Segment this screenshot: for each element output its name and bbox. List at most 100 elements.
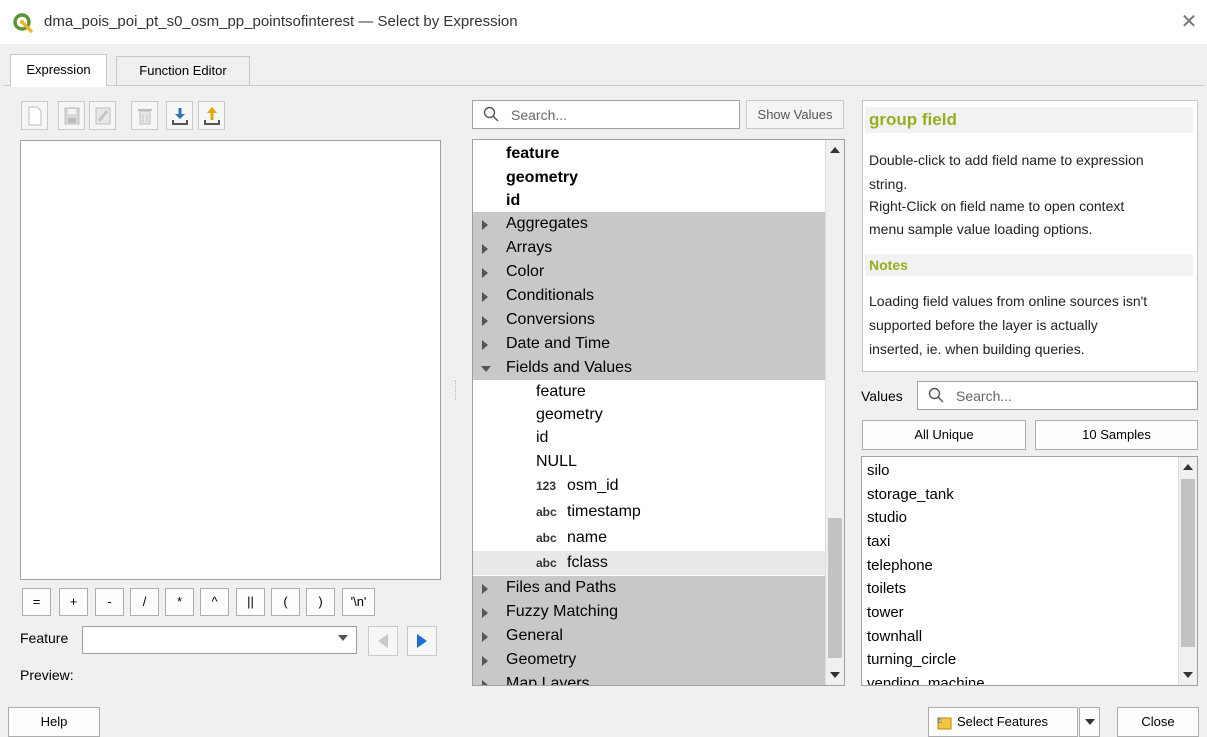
ten-samples-button[interactable]: 10 Samples: [1035, 420, 1198, 450]
tree-group-arrays[interactable]: Arrays: [473, 236, 825, 260]
triangle-left-icon: [378, 634, 388, 648]
values-list[interactable]: silo storage_tank studio taxi telephone …: [861, 456, 1198, 686]
chevron-down-icon: [338, 635, 348, 641]
tree-group-conversions[interactable]: Conversions: [473, 308, 825, 332]
feature-combobox[interactable]: [82, 626, 357, 654]
tab-function-editor[interactable]: Function Editor: [116, 56, 250, 86]
function-tree[interactable]: feature geometry id Aggregates Arrays Co…: [472, 139, 845, 686]
expand-arrow-icon: [482, 316, 488, 326]
tree-item-id[interactable]: id: [473, 189, 825, 213]
list-item[interactable]: storage_tank: [867, 483, 954, 506]
help-line: menu sample value loading options.: [869, 221, 1093, 237]
values-search-placeholder: Search...: [956, 388, 1013, 404]
values-scrollbar-thumb[interactable]: [1181, 479, 1195, 647]
help-line: Double-click to add field name to expres…: [869, 152, 1144, 168]
list-item[interactable]: taxi: [867, 530, 890, 553]
select-expression-icon: ε: [937, 715, 952, 730]
delete-icon: [137, 108, 152, 124]
operator-minus-button[interactable]: -: [95, 588, 124, 616]
function-search-input[interactable]: Search...: [472, 100, 740, 129]
tab-expression[interactable]: Expression: [10, 54, 107, 87]
tree-group-map-layers[interactable]: Map Layers: [473, 672, 825, 685]
tree-item-geometry[interactable]: geometry: [473, 166, 825, 190]
list-item[interactable]: toilets: [867, 577, 906, 600]
tree-group-aggregates[interactable]: Aggregates: [473, 212, 825, 236]
notes-line: Loading field values from online sources…: [869, 293, 1148, 309]
tree-field-fclass[interactable]: abc fclass: [473, 551, 825, 575]
list-item[interactable]: tower: [867, 601, 904, 624]
window-title: dma_pois_poi_pt_s0_osm_pp_pointsofintere…: [44, 13, 518, 30]
save-expression-button[interactable]: [58, 101, 85, 130]
tree-item-feature[interactable]: feature: [473, 142, 825, 166]
expand-arrow-icon: [482, 244, 488, 254]
help-line: Right-Click on field name to open contex…: [869, 198, 1125, 214]
previous-feature-button[interactable]: [368, 626, 398, 656]
operator-multiply-button[interactable]: *: [165, 588, 194, 616]
operator-equals-button[interactable]: =: [22, 588, 51, 616]
operator-concat-button[interactable]: ||: [236, 588, 265, 616]
splitter-handle[interactable]: [455, 380, 458, 400]
tree-field-timestamp[interactable]: abc timestamp: [473, 500, 825, 524]
expand-arrow-icon: [482, 292, 488, 302]
import-expressions-button[interactable]: [166, 101, 193, 130]
qgis-logo-icon: [13, 13, 33, 33]
list-item[interactable]: townhall: [867, 625, 922, 648]
export-expressions-button[interactable]: [198, 101, 225, 130]
list-item[interactable]: turning_circle: [867, 648, 956, 671]
save-icon: [64, 107, 79, 124]
new-file-icon: [28, 106, 41, 125]
tree-group-date-and-time[interactable]: Date and Time: [473, 332, 825, 356]
tree-field-feature[interactable]: feature: [473, 380, 825, 404]
list-item[interactable]: studio: [867, 506, 907, 529]
operator-plus-button[interactable]: +: [59, 588, 88, 616]
values-scrollbar[interactable]: [1178, 457, 1197, 685]
scroll-up-icon[interactable]: [1183, 464, 1193, 470]
tree-field-null[interactable]: NULL: [473, 450, 825, 474]
scroll-down-icon[interactable]: [830, 672, 840, 678]
values-search-input[interactable]: Search...: [917, 381, 1198, 410]
tree-group-general[interactable]: General: [473, 624, 825, 648]
tree-field-osm-id[interactable]: 123 osm_id: [473, 474, 825, 498]
tree-group-conditionals[interactable]: Conditionals: [473, 284, 825, 308]
all-unique-button[interactable]: All Unique: [862, 420, 1026, 450]
tree-group-color[interactable]: Color: [473, 260, 825, 284]
show-values-button[interactable]: Show Values: [746, 100, 844, 129]
list-item[interactable]: vending_machine: [867, 672, 985, 685]
expression-editor[interactable]: [20, 140, 441, 580]
close-window-icon[interactable]: ✕: [1178, 10, 1200, 32]
help-button[interactable]: Help: [8, 707, 100, 737]
tree-field-name[interactable]: abc name: [473, 526, 825, 550]
delete-expression-button[interactable]: [131, 101, 158, 130]
edit-expression-button[interactable]: [89, 101, 116, 130]
operator-divide-button[interactable]: /: [130, 588, 159, 616]
tree-field-id[interactable]: id: [473, 426, 825, 450]
string-type-icon: abc: [536, 556, 557, 570]
operator-power-button[interactable]: ^: [200, 588, 229, 616]
operator-close-paren-button[interactable]: ): [306, 588, 335, 616]
select-features-label: Select Features: [957, 714, 1049, 729]
scroll-up-icon[interactable]: [830, 147, 840, 153]
select-features-button[interactable]: ε Select Features: [928, 707, 1078, 737]
expand-arrow-icon: [482, 268, 488, 278]
tree-group-geometry[interactable]: Geometry: [473, 648, 825, 672]
notes-line: supported before the layer is actually: [869, 317, 1098, 333]
tree-group-fuzzy-matching[interactable]: Fuzzy Matching: [473, 600, 825, 624]
tree-field-geometry[interactable]: geometry: [473, 403, 825, 427]
search-icon: [928, 387, 944, 403]
expand-arrow-icon: [482, 656, 488, 666]
edit-icon: [95, 107, 110, 124]
tree-group-fields-and-values[interactable]: Fields and Values: [473, 356, 825, 380]
tree-scrollbar-thumb[interactable]: [828, 518, 842, 658]
scroll-down-icon[interactable]: [1183, 672, 1193, 678]
list-item[interactable]: silo: [867, 459, 890, 482]
list-item[interactable]: telephone: [867, 554, 933, 577]
tree-group-files-and-paths[interactable]: Files and Paths: [473, 576, 825, 600]
close-button[interactable]: Close: [1117, 707, 1199, 737]
expand-arrow-icon: [482, 632, 488, 642]
operator-open-paren-button[interactable]: (: [271, 588, 300, 616]
operator-newline-button[interactable]: '\n': [342, 588, 375, 616]
tree-scrollbar[interactable]: [825, 140, 844, 685]
new-expression-button[interactable]: [21, 101, 48, 130]
next-feature-button[interactable]: [407, 626, 437, 656]
select-features-dropdown-button[interactable]: [1079, 707, 1100, 737]
